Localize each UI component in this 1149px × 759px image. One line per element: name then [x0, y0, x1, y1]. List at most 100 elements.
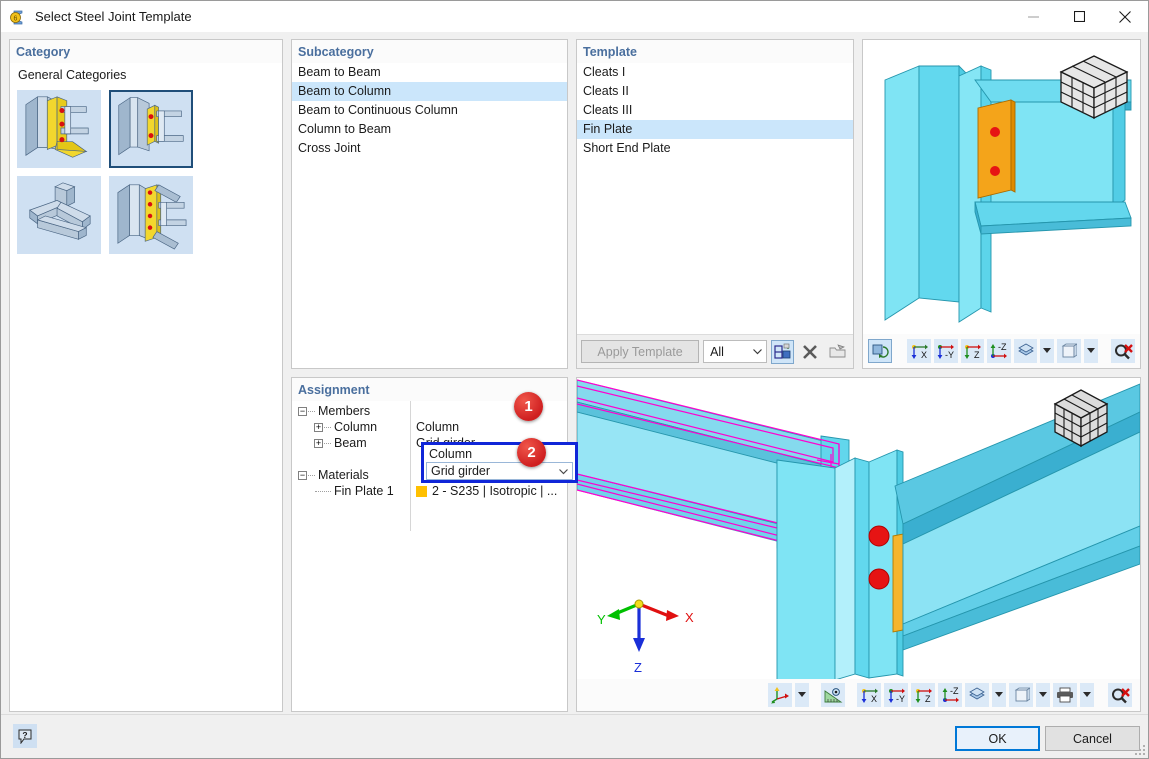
- material-color-swatch: [416, 485, 427, 497]
- tree-group-label: Materials: [318, 468, 369, 482]
- cancel-button[interactable]: Cancel: [1045, 726, 1140, 751]
- tree-connector: [324, 442, 331, 444]
- help-icon[interactable]: ?: [13, 724, 37, 748]
- measure-icon[interactable]: [821, 683, 845, 707]
- tree-item-value: Column: [416, 420, 460, 434]
- template-item-short-end-plate[interactable]: Short End Plate: [577, 139, 853, 158]
- minimize-icon[interactable]: [1010, 1, 1056, 32]
- category-thumb-moment-end-plate[interactable]: [17, 90, 101, 168]
- subcategory-item-cross-joint[interactable]: Cross Joint: [292, 139, 567, 158]
- tree-item-label: Column: [334, 420, 378, 434]
- svg-text:Z: Z: [974, 350, 980, 360]
- template-filter-value: All: [710, 344, 724, 359]
- coordinate-system-dropdown-icon[interactable]: [795, 683, 809, 707]
- tree-row-column[interactable]: + Column Column: [292, 419, 567, 435]
- subcategory-panel-title: Subcategory: [292, 40, 567, 63]
- template-filter-select[interactable]: All: [703, 340, 768, 363]
- subcategory-list: Beam to Beam Beam to Column Beam to Cont…: [292, 63, 567, 158]
- template-preview-viewport: X -Y Z -Z: [862, 39, 1141, 369]
- category-thumb-fin-plate[interactable]: [109, 90, 193, 168]
- wireframe-dropdown-icon[interactable]: [1083, 339, 1098, 363]
- subcategory-panel: Subcategory Beam to Beam Beam to Column …: [291, 39, 568, 369]
- column-member-value: Column: [429, 446, 473, 461]
- wireframe-box-icon[interactable]: [1057, 339, 1081, 363]
- template-panel-title: Template: [577, 40, 853, 63]
- print-icon[interactable]: [1053, 683, 1077, 707]
- svg-text:-Z: -Z: [998, 343, 1007, 352]
- coordinate-system-icon[interactable]: [768, 683, 792, 707]
- step-badge-2: 2: [517, 438, 546, 467]
- tree-item-label: Beam: [334, 436, 367, 450]
- render-mode-dropdown-icon[interactable]: [992, 683, 1006, 707]
- template-list: Cleats I Cleats II Cleats III Fin Plate …: [577, 63, 853, 158]
- category-panel: Category General Categories: [9, 39, 283, 712]
- collapse-icon[interactable]: −: [298, 470, 307, 480]
- chevron-down-icon: [748, 348, 766, 355]
- clear-selection-icon[interactable]: [1111, 339, 1135, 363]
- dialog-window: 6 Select Steel Joint Template Category G…: [0, 0, 1149, 759]
- chevron-down-icon: [559, 464, 568, 478]
- new-template-folder-icon[interactable]: [826, 340, 849, 364]
- title-bar: 6 Select Steel Joint Template: [1, 1, 1148, 32]
- ok-button[interactable]: OK: [955, 726, 1040, 751]
- wireframe-dropdown-icon[interactable]: [1036, 683, 1050, 707]
- render-mode-dropdown-icon[interactable]: [1040, 339, 1055, 363]
- import-template-icon[interactable]: [771, 339, 795, 364]
- svg-text:X: X: [685, 610, 694, 625]
- view-x-icon[interactable]: X: [857, 683, 881, 707]
- svg-text:-Y: -Y: [896, 694, 905, 704]
- view-minus-z-icon[interactable]: -Z: [938, 683, 962, 707]
- delete-template-icon[interactable]: [798, 340, 821, 364]
- joint-3d-canvas[interactable]: X Y Z: [577, 378, 1140, 679]
- template-item-cleats-iii[interactable]: Cleats III: [577, 101, 853, 120]
- view-x-icon[interactable]: X: [907, 339, 931, 363]
- rotate-view-icon[interactable]: [868, 339, 892, 363]
- svg-text:?: ?: [22, 730, 27, 740]
- tree-item-value-wrapper: 2 - S235 | Isotropic | ...: [416, 484, 557, 498]
- maximize-icon[interactable]: [1056, 1, 1102, 32]
- view-minus-y-icon[interactable]: -Y: [934, 339, 958, 363]
- subcategory-item-column-to-beam[interactable]: Column to Beam: [292, 120, 567, 139]
- print-dropdown-icon[interactable]: [1080, 683, 1094, 707]
- svg-text:Y: Y: [597, 612, 606, 627]
- svg-text:Z: Z: [634, 660, 642, 675]
- general-categories-label: General Categories: [18, 68, 127, 82]
- view-z-icon[interactable]: Z: [960, 339, 985, 363]
- resize-grip[interactable]: [1135, 745, 1145, 755]
- svg-text:Z: Z: [925, 694, 931, 704]
- category-thumb-braced-connection[interactable]: [109, 176, 193, 254]
- expand-icon[interactable]: +: [314, 422, 323, 432]
- apply-template-button[interactable]: Apply Template: [581, 340, 700, 363]
- render-mode-icon[interactable]: [965, 683, 989, 707]
- expand-icon[interactable]: +: [314, 438, 323, 448]
- template-panel: Template Cleats I Cleats II Cleats III F…: [576, 39, 854, 369]
- tree-connector: [315, 490, 331, 492]
- template-item-cleats-ii[interactable]: Cleats II: [577, 82, 853, 101]
- view-minus-z-icon[interactable]: -Z: [987, 339, 1011, 363]
- wireframe-box-icon[interactable]: [1009, 683, 1033, 707]
- steel-joint-icon: 6: [9, 8, 27, 26]
- joint-3d-viewport: X Y Z X -Y Z -Z: [576, 377, 1141, 712]
- collapse-icon[interactable]: −: [298, 406, 307, 416]
- tree-row-fin-plate-1[interactable]: Fin Plate 1 2 - S235 | Isotropic | ...: [292, 483, 567, 499]
- clear-selection-icon[interactable]: [1108, 683, 1132, 707]
- subcategory-item-beam-to-column[interactable]: Beam to Column: [292, 82, 567, 101]
- template-item-fin-plate[interactable]: Fin Plate: [577, 120, 853, 139]
- viewport-toolbar: X -Y Z -Z: [577, 679, 1140, 711]
- dialog-content: Category General Categories Subcategory …: [1, 32, 1148, 714]
- view-z-icon[interactable]: Z: [911, 683, 935, 707]
- subcategory-item-beam-to-continuous-column[interactable]: Beam to Continuous Column: [292, 101, 567, 120]
- tree-group-label: Members: [318, 404, 371, 418]
- template-item-cleats-i[interactable]: Cleats I: [577, 63, 853, 82]
- beam-member-select[interactable]: Grid girder: [426, 462, 573, 480]
- tree-connector: [308, 474, 315, 476]
- subcategory-item-beam-to-beam[interactable]: Beam to Beam: [292, 63, 567, 82]
- beam-member-value: Grid girder: [431, 464, 491, 478]
- category-thumbnail-grid: [10, 86, 278, 254]
- view-minus-y-icon[interactable]: -Y: [884, 683, 908, 707]
- close-icon[interactable]: [1102, 1, 1148, 32]
- template-preview-canvas[interactable]: [863, 40, 1140, 334]
- render-mode-icon[interactable]: [1013, 339, 1038, 363]
- category-thumb-hollow-section[interactable]: [17, 176, 101, 254]
- svg-text:6: 6: [14, 15, 18, 22]
